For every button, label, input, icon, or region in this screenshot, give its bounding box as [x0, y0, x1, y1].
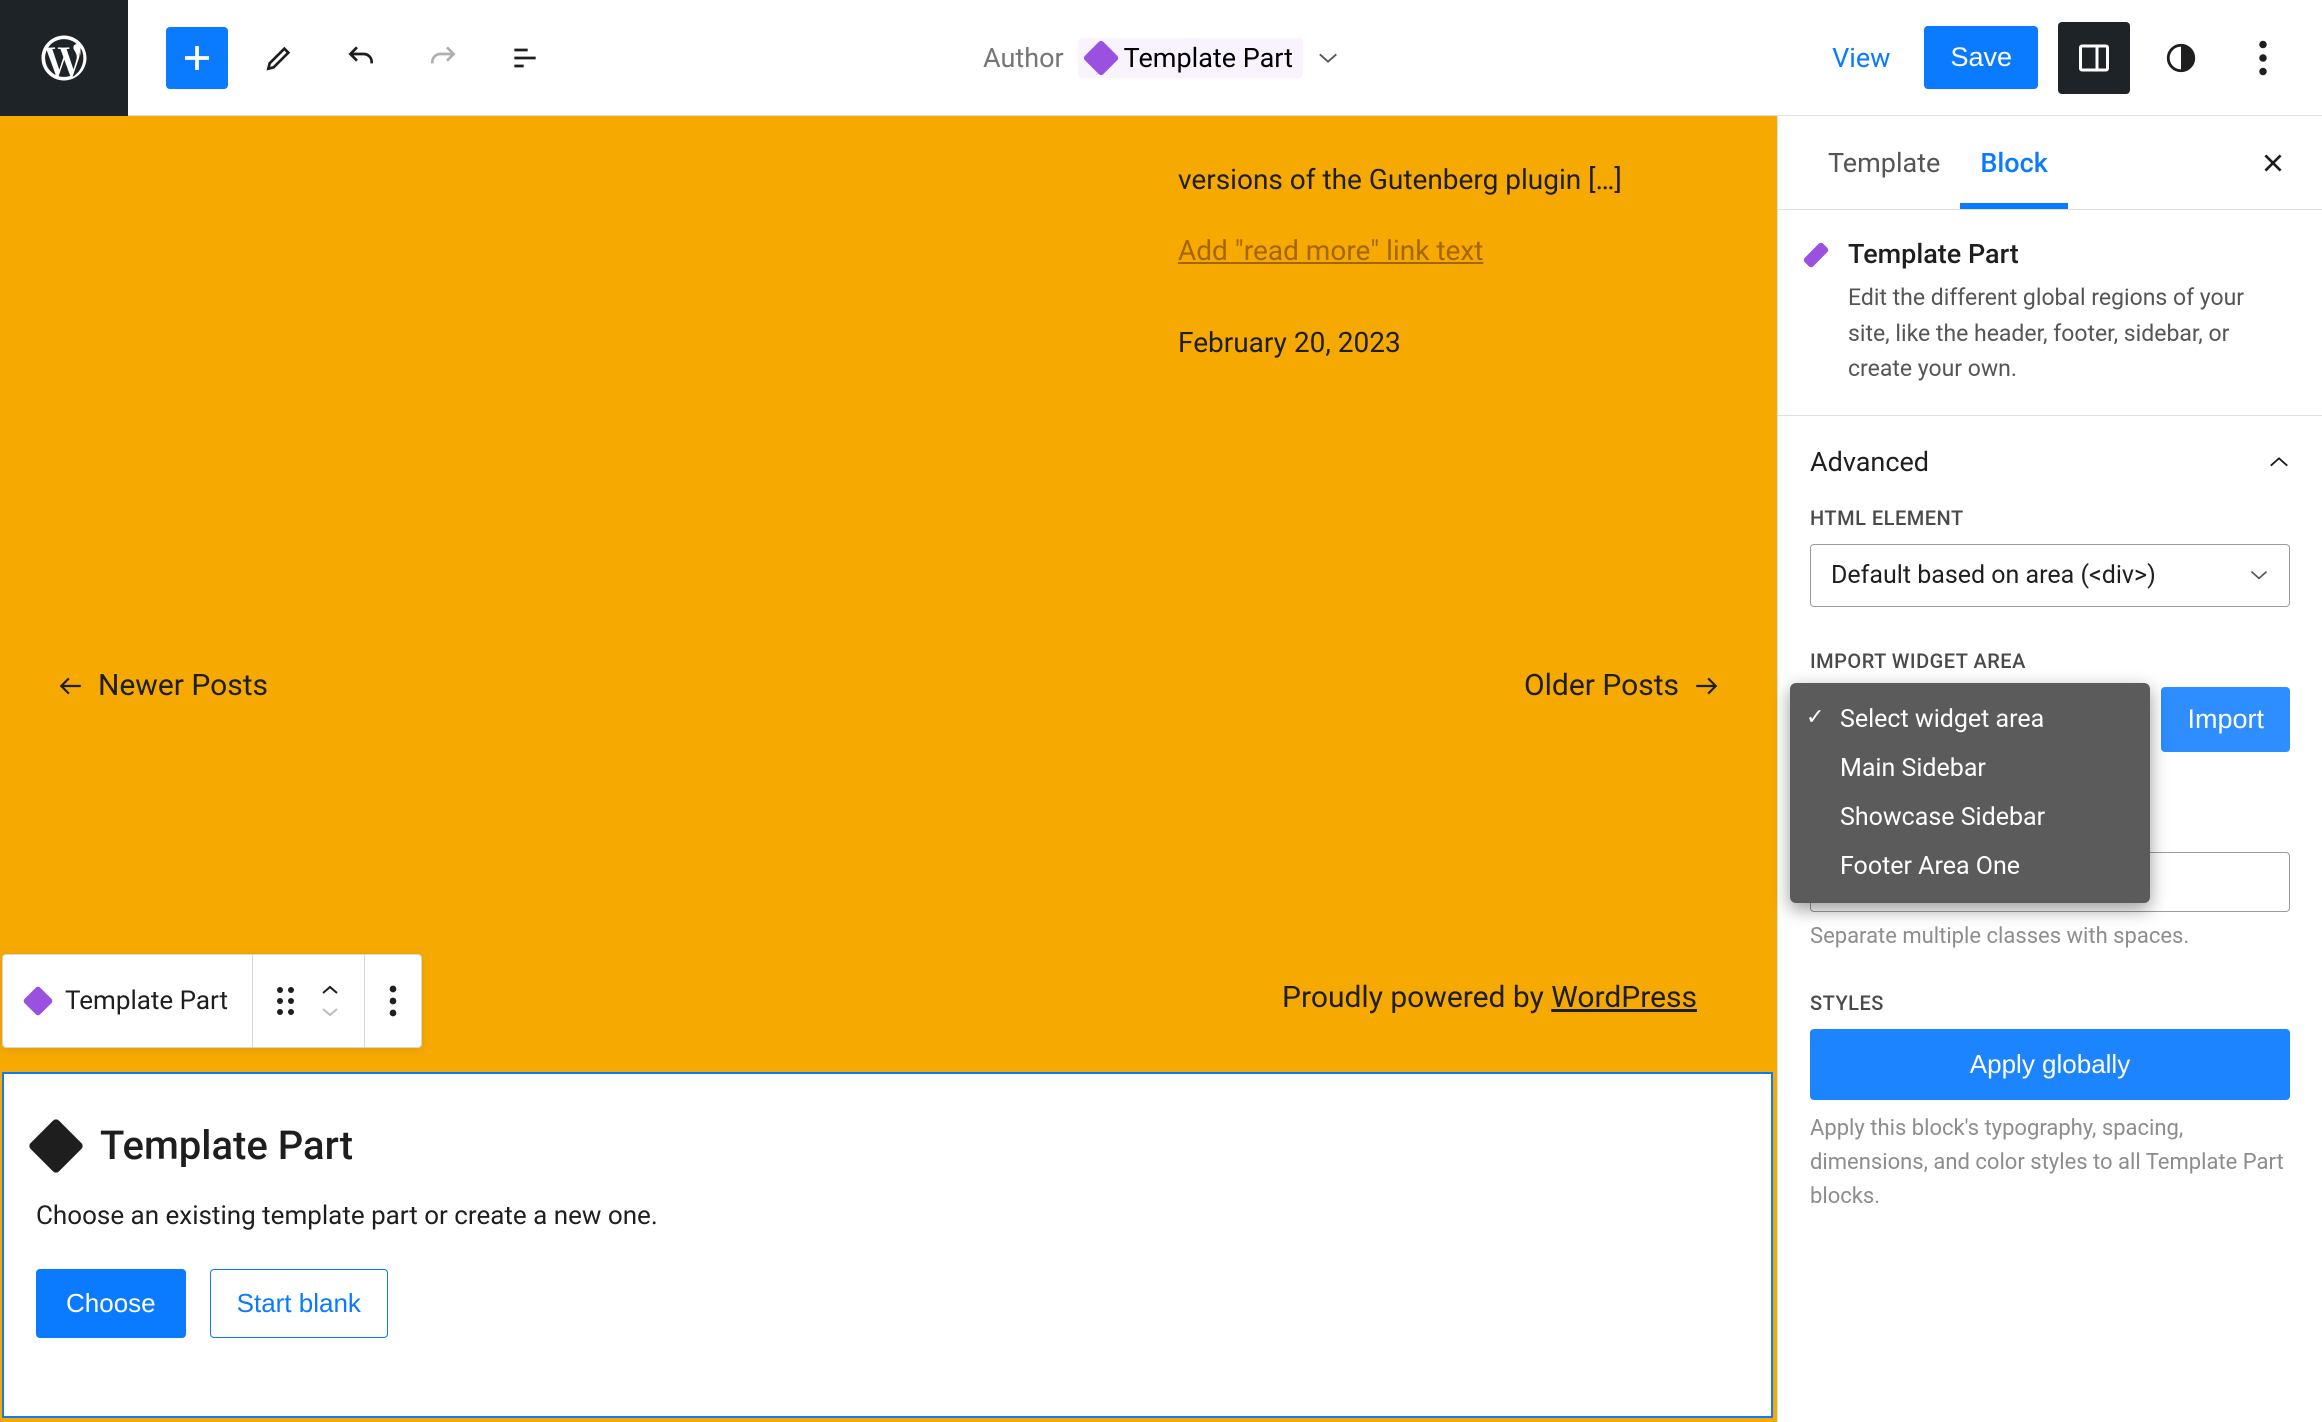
drag-icon: [277, 987, 294, 1015]
sidebar-icon: [2076, 40, 2112, 76]
advanced-title: Advanced: [1810, 446, 1929, 478]
template-part-icon: [1082, 39, 1119, 76]
arrow-right-icon: [1693, 676, 1719, 696]
tab-block[interactable]: Block: [1960, 116, 2067, 209]
chevron-up-icon: [2268, 455, 2290, 469]
arrow-left-icon: [58, 676, 84, 696]
widget-area-option[interactable]: Footer Area One: [1790, 842, 2150, 891]
widget-area-option[interactable]: Showcase Sidebar: [1790, 793, 2150, 842]
add-block-button[interactable]: [166, 27, 228, 89]
list-view-button[interactable]: [494, 27, 556, 89]
site-footer-credit: Proudly powered by WordPress: [1282, 980, 1697, 1015]
widget-area-option[interactable]: Main Sidebar: [1790, 744, 2150, 793]
css-classes-help: Separate multiple classes with spaces.: [1810, 924, 2290, 949]
close-sidebar-button[interactable]: [2254, 144, 2292, 182]
import-widget-area-label: IMPORT WIDGET AREA: [1810, 649, 2290, 673]
chevron-down-icon: [2249, 569, 2269, 581]
tab-template[interactable]: Template: [1808, 116, 1960, 209]
chevron-down-icon[interactable]: [320, 1006, 340, 1018]
start-blank-button[interactable]: Start blank: [210, 1269, 388, 1338]
html-element-value: Default based on area (<div>): [1831, 561, 2156, 590]
html-element-label: HTML ELEMENT: [1810, 506, 2290, 530]
close-icon: [2260, 150, 2286, 176]
list-view-icon: [509, 42, 541, 74]
block-toolbar: Template Part: [2, 954, 422, 1048]
styles-label: STYLES: [1810, 991, 2290, 1015]
block-toolbar-label: Template Part: [65, 986, 228, 1016]
apply-globally-button[interactable]: Apply globally: [1810, 1029, 2290, 1100]
wordpress-link[interactable]: WordPress: [1551, 980, 1697, 1015]
view-link[interactable]: View: [1818, 42, 1904, 74]
styles-icon: [2164, 41, 2198, 75]
placeholder-title: Template Part: [100, 1122, 353, 1169]
tools-button[interactable]: [248, 27, 310, 89]
template-part-placeholder: Template Part Choose an existing templat…: [2, 1072, 1773, 1418]
choose-button[interactable]: Choose: [36, 1269, 186, 1338]
wp-logo[interactable]: [0, 0, 128, 116]
older-posts-link[interactable]: Older Posts: [1524, 668, 1719, 703]
advanced-panel-toggle[interactable]: Advanced: [1810, 436, 2290, 488]
read-more-link[interactable]: Add "read more" link text: [1178, 229, 1718, 272]
template-part-icon: [28, 1117, 85, 1174]
widget-area-option[interactable]: Select widget area: [1790, 695, 2150, 744]
redo-button[interactable]: [412, 27, 474, 89]
footer-prefix: Proudly powered by: [1282, 980, 1551, 1015]
more-vertical-icon: [389, 985, 397, 1017]
doc-label: Template Part: [1124, 42, 1293, 74]
doc-label-prefix: Author: [983, 42, 1064, 74]
template-part-icon: [1803, 242, 1830, 269]
template-part-icon: [22, 985, 53, 1016]
pagination: Newer Posts Older Posts: [0, 668, 1777, 703]
post-date: February 20, 2023: [1178, 321, 1718, 364]
redo-icon: [427, 42, 459, 74]
apply-globally-help: Apply this block's typography, spacing, …: [1810, 1112, 2290, 1214]
edit-icon: [263, 42, 295, 74]
sidebar-tabs: Template Block: [1778, 116, 2322, 210]
document-title[interactable]: Author Template Part: [983, 38, 1339, 78]
html-element-select[interactable]: Default based on area (<div>): [1810, 544, 2290, 607]
block-card-title: Template Part: [1848, 238, 2290, 270]
plus-icon: [179, 40, 215, 76]
drag-handle[interactable]: [253, 955, 365, 1047]
save-button[interactable]: Save: [1924, 26, 2038, 89]
newer-posts-label: Newer Posts: [98, 668, 268, 703]
styles-button[interactable]: [2150, 27, 2212, 89]
older-posts-label: Older Posts: [1524, 668, 1679, 703]
chevron-down-icon: [1317, 51, 1339, 65]
import-button[interactable]: Import: [2161, 687, 2290, 752]
more-vertical-icon: [2258, 40, 2268, 76]
chevron-up-icon[interactable]: [320, 984, 340, 996]
widget-area-dropdown: Select widget area Main Sidebar Showcase…: [1790, 683, 2150, 903]
block-options-button[interactable]: [365, 955, 421, 1047]
undo-icon: [345, 42, 377, 74]
block-card-desc: Edit the different global regions of you…: [1848, 280, 2290, 387]
options-button[interactable]: [2232, 27, 2294, 89]
excerpt-text: versions of the Gutenberg plugin […]: [1178, 163, 1622, 196]
newer-posts-link[interactable]: Newer Posts: [58, 668, 268, 703]
editor-canvas[interactable]: versions of the Gutenberg plugin […] Add…: [0, 116, 1777, 1422]
placeholder-description: Choose an existing template part or crea…: [36, 1201, 1739, 1231]
top-toolbar: Author Template Part View Save: [0, 0, 2322, 116]
wordpress-icon: [37, 31, 91, 85]
undo-button[interactable]: [330, 27, 392, 89]
sidebar-toggle-button[interactable]: [2058, 22, 2130, 94]
settings-sidebar: Template Block Template Part Edit the di…: [1777, 116, 2322, 1422]
block-card: Template Part Edit the different global …: [1778, 210, 2322, 416]
post-excerpt: versions of the Gutenberg plugin […] Add…: [1178, 158, 1718, 364]
